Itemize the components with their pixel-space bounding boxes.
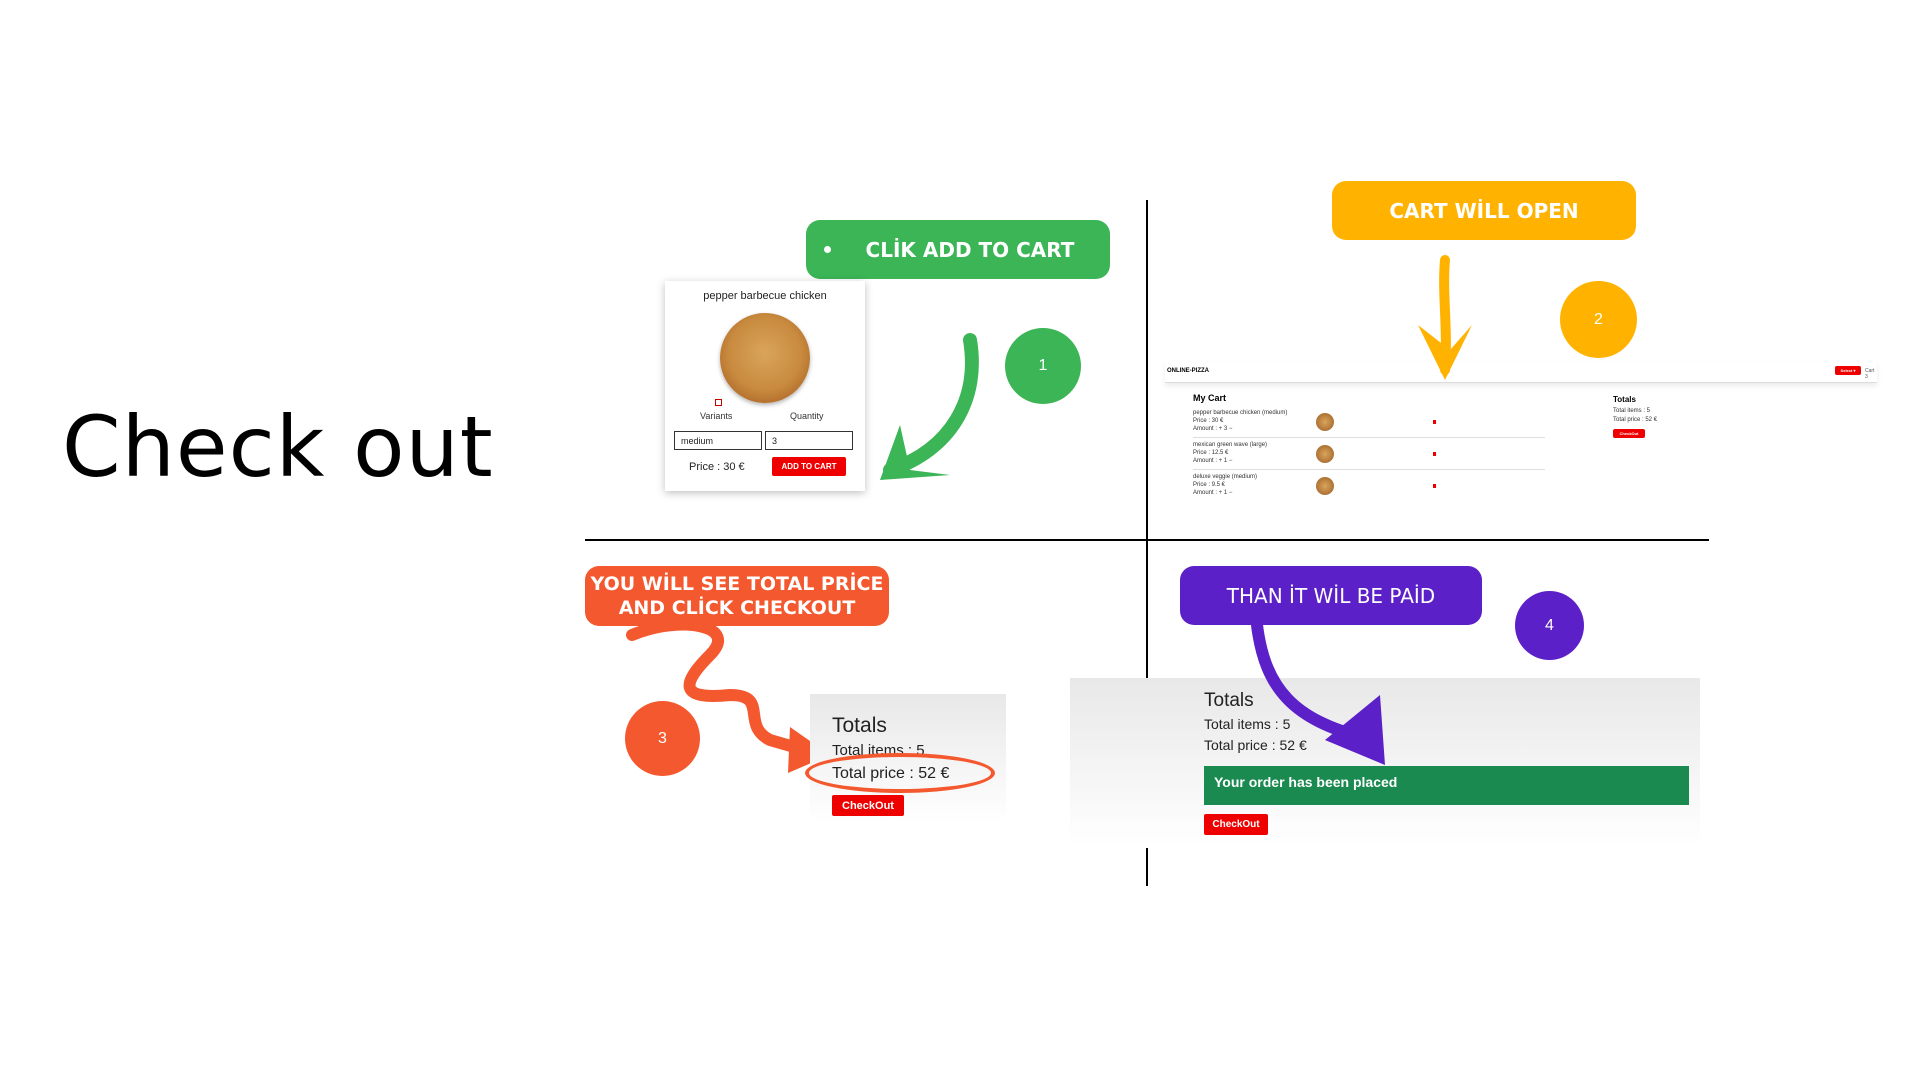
- cart-item: pepper barbecue chicken (medium) Price :…: [1193, 409, 1545, 438]
- cart-totals-title: Totals: [1613, 395, 1636, 404]
- step3-callout-line1: YOU WİLL SEE TOTAL PRİCE: [590, 573, 884, 595]
- cart-item: deluxe veggie (medium) Price : 9.5 € Amo…: [1193, 473, 1545, 501]
- quantity-input[interactable]: 3: [765, 431, 853, 450]
- cart-item-price: Price : 12.5 €: [1193, 450, 1229, 456]
- cart-total-price: Total price : 52 €: [1613, 417, 1658, 423]
- step1-number: 1: [1005, 328, 1081, 404]
- cart-navbar: ONLINE-PIZZA Select ▾ Cart 3: [1165, 362, 1877, 383]
- step4-arrow: [1251, 620, 1385, 765]
- step4-callout: THAN İT WİL BE PAİD: [1180, 566, 1482, 625]
- cart-item-amount[interactable]: Amount : + 3 −: [1193, 425, 1545, 433]
- delete-icon[interactable]: [1433, 420, 1436, 424]
- quantity-label: Quantity: [790, 411, 824, 421]
- add-to-cart-button[interactable]: ADD TO CART: [772, 457, 846, 476]
- horizontal-divider: [585, 539, 1709, 541]
- order-success-text: Your order has been placed: [1214, 774, 1398, 790]
- cart-total-items: Total items : 5: [1613, 408, 1651, 414]
- step1-callout: CLİK ADD TO CART: [806, 220, 1110, 279]
- cart-item-thumbnail: [1316, 477, 1334, 495]
- step3-checkout-button[interactable]: CheckOut: [832, 795, 904, 816]
- variants-label: Variants: [700, 411, 733, 421]
- product-name: pepper barbecue chicken: [703, 290, 827, 302]
- cart-item-name: mexican green wave (large): [1193, 442, 1268, 448]
- nav-select-button[interactable]: Select ▾: [1835, 366, 1861, 375]
- nav-cart-link[interactable]: Cart 3: [1865, 368, 1877, 380]
- step2-number: 2: [1560, 281, 1637, 358]
- step4-checkout-button[interactable]: CheckOut: [1204, 814, 1268, 835]
- variant-select[interactable]: medium: [674, 431, 762, 450]
- order-success-banner: Your order has been placed: [1204, 766, 1689, 805]
- cart-item-price: Price : 30 €: [1193, 418, 1224, 424]
- step2-callout: CART WİLL OPEN: [1332, 181, 1636, 240]
- highlight-ellipse: [805, 753, 995, 793]
- delete-icon[interactable]: [1433, 484, 1436, 488]
- cart-item-name: pepper barbecue chicken (medium): [1193, 410, 1288, 416]
- step3-totals-title: Totals: [832, 714, 887, 737]
- cart-checkout-button[interactable]: CheckOut: [1613, 429, 1645, 438]
- cart-title: My Cart: [1193, 393, 1227, 403]
- step1-arrow: [880, 333, 979, 480]
- variant-icon[interactable]: [715, 399, 722, 406]
- cart-item-thumbnail: [1316, 413, 1334, 431]
- step4-number: 4: [1515, 591, 1584, 660]
- cart-item-name: deluxe veggie (medium): [1193, 474, 1258, 480]
- pizza-image: [720, 313, 810, 403]
- cart-panel: My Cart pepper barbecue chicken (medium)…: [1165, 385, 1877, 505]
- brand-logo: ONLINE-PIZZA: [1167, 368, 1209, 374]
- cart-item-amount[interactable]: Amount : + 1 −: [1193, 457, 1545, 465]
- step3-arrow: [626, 618, 830, 773]
- cart-item: mexican green wave (large) Price : 12.5 …: [1193, 441, 1545, 470]
- product-price: Price : 30 €: [689, 461, 745, 473]
- slide-title: Check out: [62, 398, 494, 496]
- cart-item-thumbnail: [1316, 445, 1334, 463]
- cart-item-amount[interactable]: Amount : + 1 −: [1193, 489, 1545, 497]
- bullet-dot: [824, 246, 831, 253]
- delete-icon[interactable]: [1433, 452, 1436, 456]
- step3-totals-panel: Totals Total items : 5 Total price : 52 …: [805, 694, 1006, 824]
- step1-callout-text: CLİK ADD TO CART: [865, 237, 1075, 262]
- product-card: pepper barbecue chicken Variants Quantit…: [665, 281, 865, 491]
- cart-item-price: Price : 9.5 €: [1193, 482, 1226, 488]
